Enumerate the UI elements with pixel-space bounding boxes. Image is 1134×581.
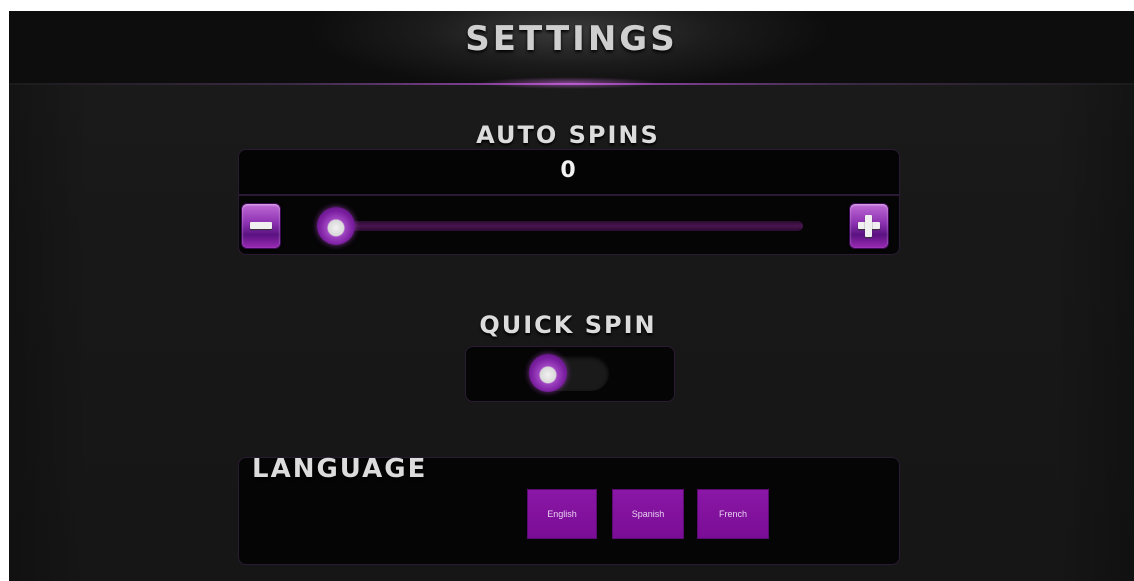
auto-spins-label: AUTO SPINS (476, 121, 660, 149)
language-button-english[interactable]: English (527, 489, 597, 539)
quick-spin-label: QUICK SPIN (479, 311, 657, 339)
language-label: LANGUAGE (252, 454, 428, 484)
auto-spins-slider-thumb[interactable] (317, 207, 355, 245)
quick-spin-toggle-knob[interactable] (529, 354, 567, 392)
header-glow (479, 77, 659, 89)
minus-icon (250, 222, 272, 229)
settings-screen: SETTINGS AUTO SPINS 0 QUICK SPIN LANGUAG… (9, 11, 1134, 581)
left-vignette (9, 85, 89, 581)
decrement-button[interactable] (241, 203, 281, 249)
page-title: SETTINGS (465, 19, 678, 59)
right-vignette (1054, 85, 1134, 581)
plus-icon (865, 215, 872, 237)
language-button-spanish[interactable]: Spanish (612, 489, 684, 539)
auto-spins-value: 0 (560, 158, 576, 183)
auto-spins-slider-track[interactable] (319, 221, 803, 231)
language-button-french[interactable]: French (697, 489, 769, 539)
increment-button[interactable] (849, 203, 889, 249)
